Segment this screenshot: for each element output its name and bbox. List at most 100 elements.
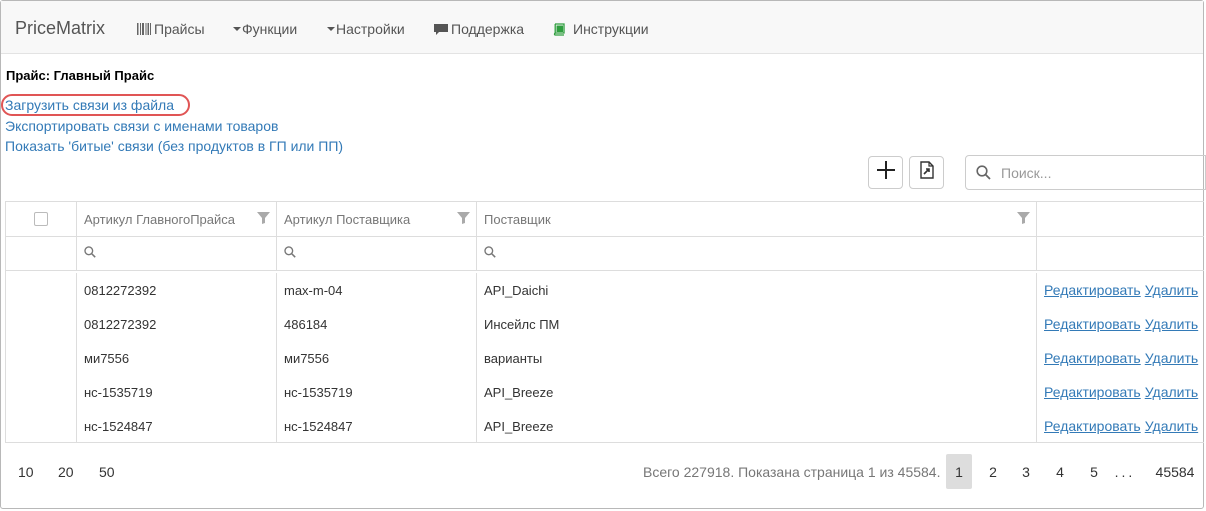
- cell-supplier: Инсейлс ПМ: [477, 307, 1037, 341]
- filter-supplier[interactable]: [477, 236, 1037, 270]
- caret-down-icon: [327, 27, 335, 31]
- cell-main-sku: 0812272392: [77, 273, 277, 307]
- cell-main-sku: нс-1524847: [77, 409, 277, 442]
- cell-actions: Редактировать Удалить: [1037, 341, 1204, 375]
- export-file-icon: [919, 161, 935, 184]
- cell-main-sku: 0812272392: [77, 307, 277, 341]
- row-select-cell: [6, 341, 77, 375]
- nav-item-functions[interactable]: Функции: [233, 21, 297, 37]
- delete-link[interactable]: Удалить: [1145, 418, 1198, 434]
- page-button-5[interactable]: 5: [1081, 454, 1107, 489]
- search-icon: [484, 245, 496, 261]
- export-links-link[interactable]: Экспортировать связи с именами товаров: [5, 118, 278, 134]
- search-icon: [976, 165, 991, 180]
- delete-link[interactable]: Удалить: [1145, 384, 1198, 400]
- cell-supplier: API_Breeze: [477, 375, 1037, 409]
- delete-link[interactable]: Удалить: [1145, 282, 1198, 298]
- column-header-label: Поставщик: [484, 211, 551, 227]
- filter-row: [6, 236, 1204, 271]
- filter-supplier-sku[interactable]: [277, 236, 477, 270]
- filter-main-sku[interactable]: [77, 236, 277, 270]
- filter-cell-empty: [6, 236, 77, 270]
- nav-item-label: Инструкции: [573, 21, 649, 37]
- column-header-label: Артикул Поставщика: [284, 211, 411, 227]
- column-header-main-sku[interactable]: Артикул ГлавногоПрайса: [77, 202, 277, 236]
- cell-supplier: API_Breeze: [477, 409, 1037, 442]
- edit-link[interactable]: Редактировать: [1044, 350, 1141, 366]
- nav-item-settings[interactable]: Настройки: [327, 21, 405, 37]
- table-row: ми7556 ми7556 варианты Редактировать Уда…: [6, 341, 1204, 375]
- page-size-50[interactable]: 50: [99, 464, 115, 480]
- nav-item-label: Функции: [242, 21, 298, 37]
- search-box: [965, 155, 1206, 190]
- cell-supplier-sku: ми7556: [277, 341, 477, 375]
- export-button[interactable]: [909, 156, 944, 189]
- cell-actions: Редактировать Удалить: [1037, 375, 1204, 409]
- page-size-10[interactable]: 10: [18, 464, 34, 480]
- nav-item-label: Поддержка: [451, 21, 525, 37]
- select-all-checkbox[interactable]: [34, 212, 48, 226]
- book-icon: [553, 22, 565, 36]
- nav-item-label: Настройки: [336, 21, 405, 37]
- column-header-label: Артикул ГлавногоПрайса: [84, 211, 235, 227]
- edit-link[interactable]: Редактировать: [1044, 282, 1141, 298]
- select-all-cell: [6, 202, 77, 236]
- plus-icon: [876, 161, 895, 184]
- nav-item-prices[interactable]: Прайсы: [137, 21, 205, 37]
- edit-link[interactable]: Редактировать: [1044, 316, 1141, 332]
- cell-supplier: API_Daichi: [477, 273, 1037, 307]
- filter-icon[interactable]: [457, 211, 470, 227]
- filter-icon[interactable]: [257, 211, 270, 227]
- cell-actions: Редактировать Удалить: [1037, 307, 1204, 341]
- nav-item-label: Прайсы: [154, 21, 205, 37]
- pager-summary: Всего 227918. Показана страница 1 из 455…: [643, 464, 941, 480]
- column-header-supplier-sku[interactable]: Артикул Поставщика: [277, 202, 477, 236]
- edit-link[interactable]: Редактировать: [1044, 384, 1141, 400]
- cell-main-sku: нс-1535719: [77, 375, 277, 409]
- row-select-cell: [6, 375, 77, 409]
- comment-icon: [433, 23, 449, 36]
- table-row: нс-1524847 нс-1524847 API_Breeze Редакти…: [6, 409, 1204, 442]
- delete-link[interactable]: Удалить: [1145, 316, 1198, 332]
- page-button-4[interactable]: 4: [1047, 454, 1073, 489]
- brand-logo[interactable]: PriceMatrix: [15, 18, 105, 39]
- cell-main-sku: ми7556: [77, 341, 277, 375]
- column-header-supplier[interactable]: Поставщик: [477, 202, 1037, 236]
- add-button[interactable]: [868, 156, 903, 189]
- page-button-last[interactable]: 45584: [1150, 454, 1200, 489]
- cell-supplier-sku: нс-1535719: [277, 375, 477, 409]
- nav-item-instructions[interactable]: Инструкции: [553, 21, 649, 37]
- page-button-1[interactable]: 1: [946, 454, 972, 489]
- table-row: 0812272392 486184 Инсейлс ПМ Редактирова…: [6, 307, 1204, 341]
- row-select-cell: [6, 307, 77, 341]
- table-row: 0812272392 max-m-04 API_Daichi Редактиро…: [6, 273, 1204, 307]
- search-icon: [284, 245, 296, 261]
- edit-link[interactable]: Редактировать: [1044, 418, 1141, 434]
- column-header-actions: [1037, 202, 1204, 236]
- barcode-icon: [137, 23, 152, 35]
- table-row: нс-1535719 нс-1535719 API_Breeze Редакти…: [6, 375, 1204, 409]
- navbar: PriceMatrix Прайсы Функции Настройки Под…: [1, 1, 1203, 54]
- page-title: Прайс: Главный Прайс: [6, 68, 155, 83]
- caret-down-icon: [233, 27, 241, 31]
- filter-cell-empty: [1037, 236, 1204, 270]
- page-button-3[interactable]: 3: [1013, 454, 1039, 489]
- cell-supplier-sku: 486184: [277, 307, 477, 341]
- upload-links-link[interactable]: Загрузить связи из файла: [5, 97, 174, 113]
- delete-link[interactable]: Удалить: [1145, 350, 1198, 366]
- cell-supplier-sku: max-m-04: [277, 273, 477, 307]
- nav-item-support[interactable]: Поддержка: [433, 21, 524, 37]
- row-select-cell: [6, 409, 77, 442]
- cell-actions: Редактировать Удалить: [1037, 409, 1204, 442]
- search-input[interactable]: [999, 163, 1193, 182]
- cell-supplier: варианты: [477, 341, 1037, 375]
- search-icon: [84, 245, 96, 261]
- page-ellipsis: ...: [1114, 463, 1136, 480]
- page-size-20[interactable]: 20: [58, 464, 74, 480]
- table-header: Артикул ГлавногоПрайса Артикул Поставщик…: [6, 202, 1204, 237]
- broken-links-link[interactable]: Показать 'битые' связи (без продуктов в …: [5, 138, 343, 154]
- row-select-cell: [6, 273, 77, 307]
- page-button-2[interactable]: 2: [980, 454, 1006, 489]
- filter-icon[interactable]: [1017, 211, 1030, 227]
- cell-actions: Редактировать Удалить: [1037, 273, 1204, 307]
